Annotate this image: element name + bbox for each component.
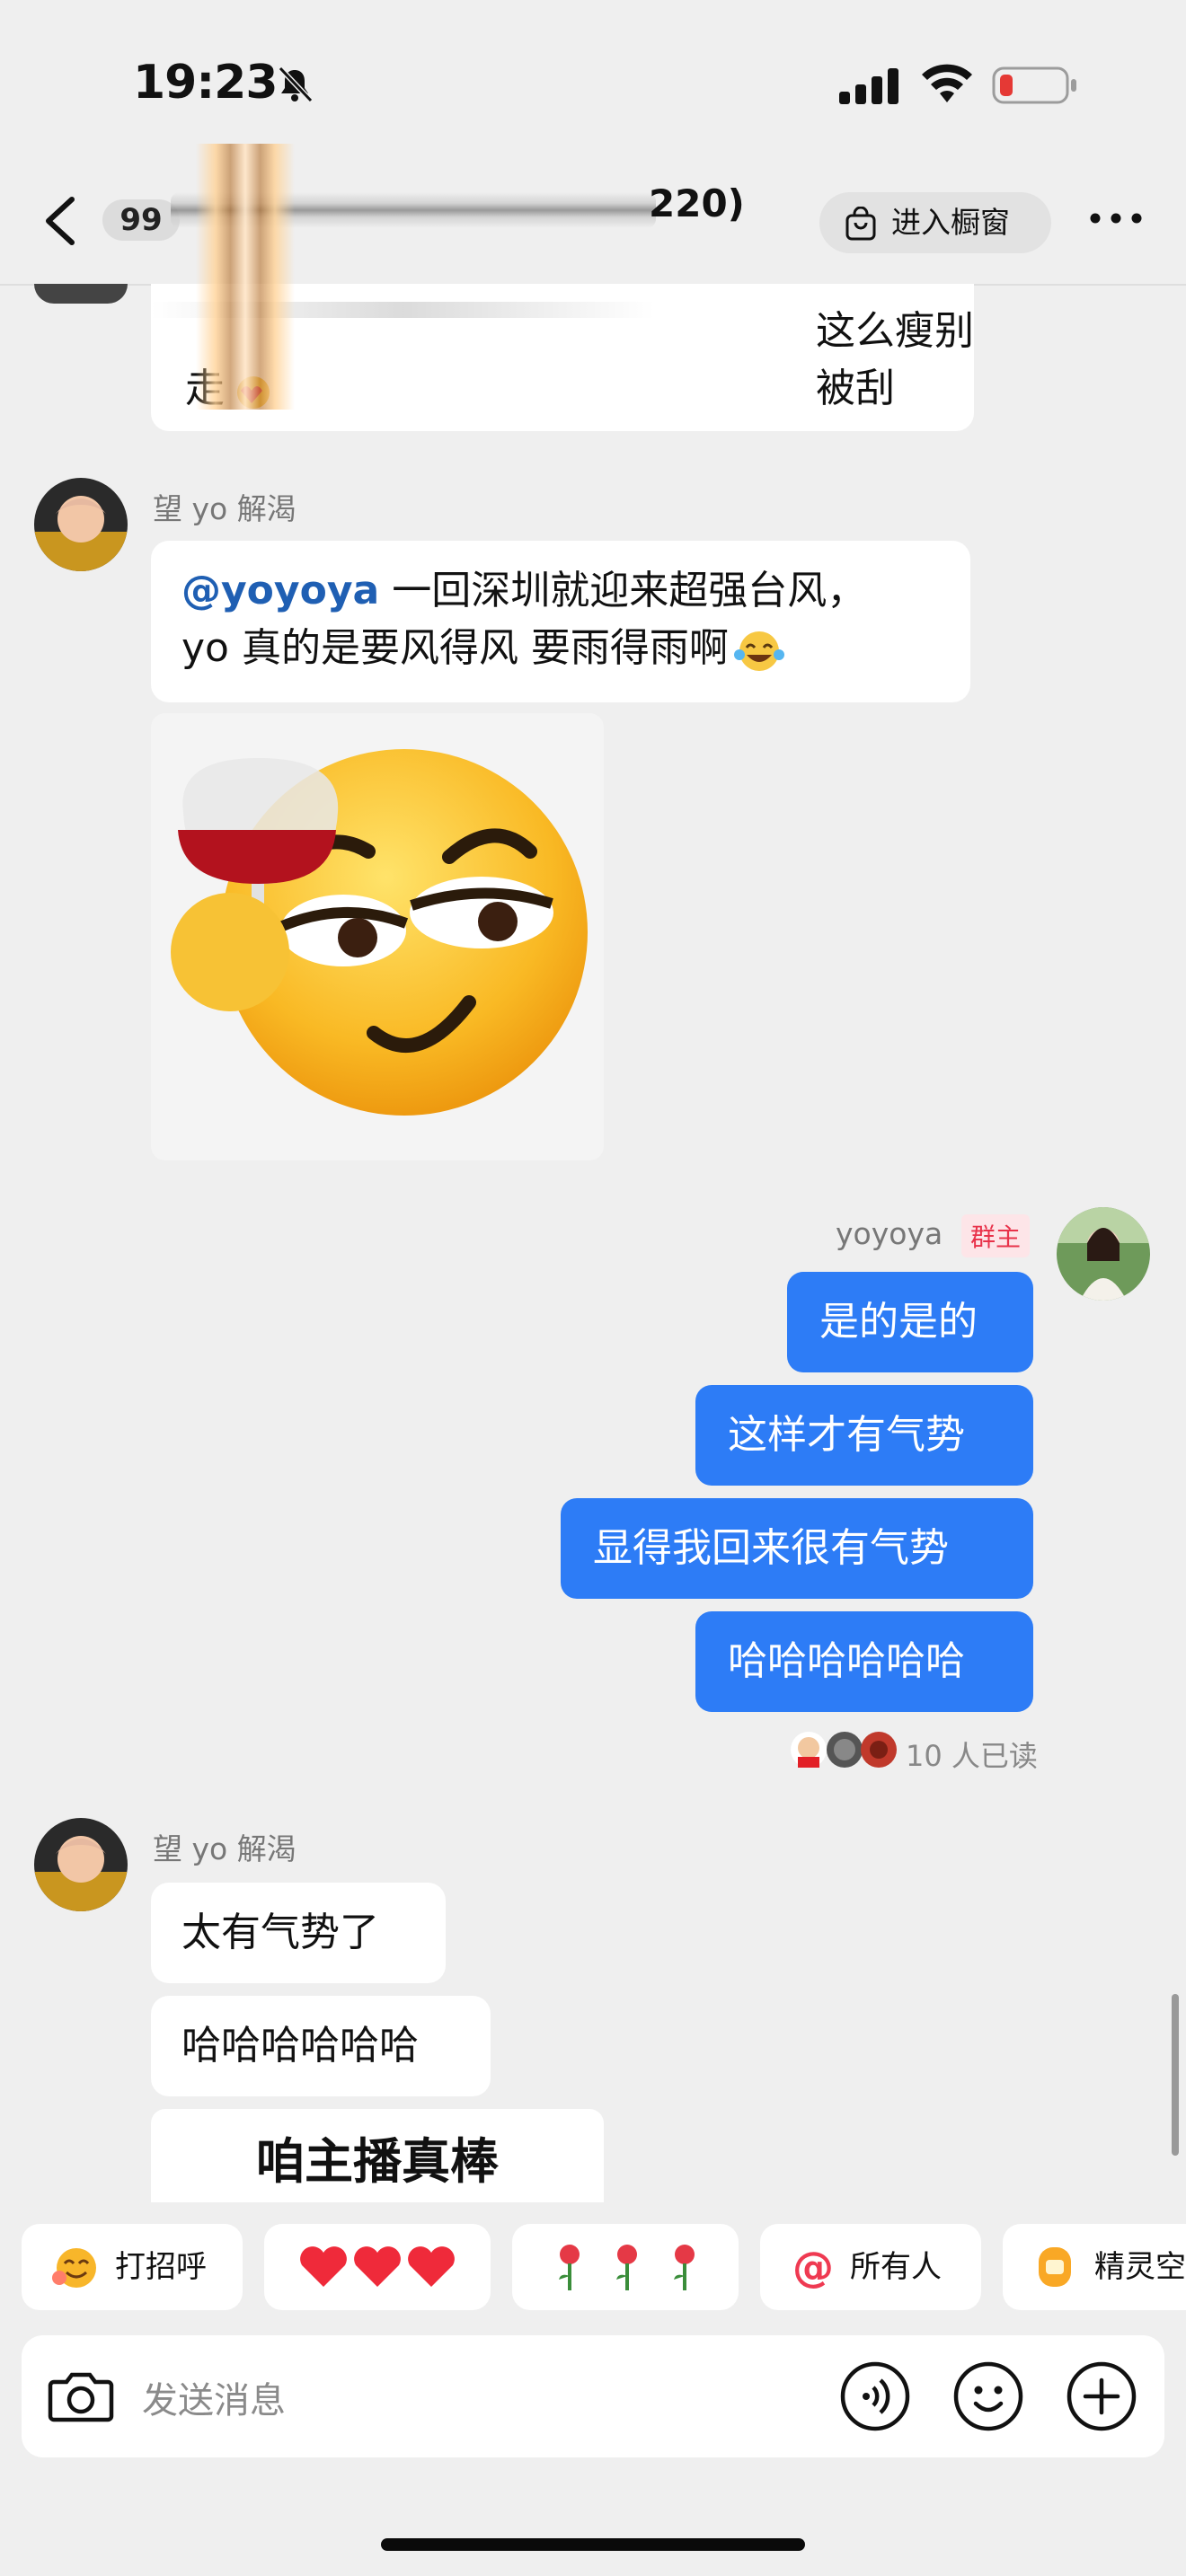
message-bubble[interactable]: 显得我回来很有气势 [561, 1498, 1033, 1599]
message-text: 这么瘦别被刮 [816, 308, 974, 411]
sticker-text: 咱主播真棒 [256, 2133, 499, 2190]
orange-box-icon [1039, 2247, 1071, 2287]
chat-header: 99 220) 进入橱窗 [0, 153, 1186, 286]
message-bubble[interactable]: 哈哈哈哈哈哈 [151, 1996, 491, 2096]
at-icon: @ [792, 2243, 834, 2291]
sender-name: 望 yo 解渴 [153, 1831, 296, 1866]
message-text: 太有气势了 [181, 1910, 379, 1955]
enter-showcase-label: 进入橱窗 [891, 205, 1010, 240]
home-indicator[interactable] [381, 2538, 805, 2551]
plus-icon[interactable] [1066, 2360, 1137, 2432]
message-input-bar: 发送消息 [22, 2335, 1164, 2457]
tears-of-joy-emoji-icon [733, 631, 784, 671]
signal-icon [839, 68, 898, 104]
avatar[interactable] [34, 478, 128, 571]
quick-reply-label: 所有人 [850, 2249, 942, 2285]
battery-low-icon [992, 66, 1076, 104]
more-icon[interactable] [1089, 212, 1143, 225]
message-text: 哈哈哈哈哈哈 [728, 1638, 965, 1684]
greeting-emoji-icon [52, 2248, 96, 2288]
message-bubble[interactable]: 是的是的 [787, 1272, 1033, 1372]
message-text: yo 真的是要风得风 要雨得雨啊 [181, 620, 940, 677]
quick-reply-label: 打招呼 [115, 2249, 207, 2285]
unread-count-badge[interactable]: 99 [102, 199, 180, 241]
message-bubble[interactable]: 这样才有气势 [695, 1385, 1033, 1486]
message-input[interactable]: 发送消息 [142, 2371, 286, 2423]
quick-reply-greet[interactable]: 打招呼 [22, 2224, 243, 2310]
camera-icon[interactable] [47, 2368, 115, 2425]
message-bubble[interactable]: 太有气势了 [151, 1883, 446, 1983]
emoji-icon[interactable] [952, 2360, 1024, 2432]
status-time: 19:23 [133, 56, 279, 110]
avatar[interactable] [1057, 1207, 1150, 1301]
avatar[interactable] [34, 1818, 128, 1911]
wifi-icon [922, 64, 972, 102]
message-text: 哈哈哈哈哈哈 [181, 2023, 419, 2069]
group-owner-badge: 群主 [961, 1214, 1031, 1257]
read-receipt[interactable]: 10 人已读 [906, 1734, 1038, 1775]
back-icon[interactable] [40, 194, 83, 248]
scrollbar[interactable] [1172, 1994, 1179, 2156]
mention-link[interactable]: @yoyoya [181, 568, 379, 613]
bell-off-icon [278, 66, 314, 103]
sender-name: yoyoya [836, 1216, 943, 1251]
message-bubble[interactable]: @yoyoya 一回深圳就迎来超强台风， yo 真的是要风得风 要雨得雨啊 [151, 541, 970, 702]
message-bubble[interactable]: 哈哈哈哈哈哈 [695, 1611, 1033, 1712]
sender-name: 望 yo 解渴 [153, 491, 296, 526]
avatar[interactable] [34, 284, 128, 304]
voice-icon[interactable] [839, 2360, 911, 2432]
message-text: @yoyoya 一回深圳就迎来超强台风， [181, 568, 867, 613]
message-text: 显得我回来很有气势 [593, 1525, 949, 1571]
quick-reply-roses[interactable] [512, 2224, 739, 2310]
three-hearts-icon [300, 2246, 455, 2287]
quick-reply-mention-all[interactable]: @ 所有人 [760, 2224, 981, 2310]
shopping-bag-icon [845, 207, 876, 241]
message-text: 这样才有气势 [728, 1412, 965, 1458]
message-text: 是的是的 [819, 1299, 978, 1345]
enter-showcase-button[interactable]: 进入橱窗 [819, 192, 1051, 253]
quick-reply-sprite[interactable]: 精灵空 [1003, 2224, 1186, 2310]
group-title[interactable]: 220) [649, 181, 745, 225]
text-sticker[interactable]: 咱主播真棒 [151, 2109, 604, 2202]
three-roses-icon [559, 2245, 695, 2290]
quick-reply-label: 精灵空 [1094, 2249, 1186, 2285]
smirk-wine-sticker[interactable] [151, 713, 604, 1160]
reader-avatars[interactable] [789, 1730, 897, 1769]
quick-reply-hearts[interactable] [264, 2224, 491, 2310]
light-flare [196, 144, 295, 410]
